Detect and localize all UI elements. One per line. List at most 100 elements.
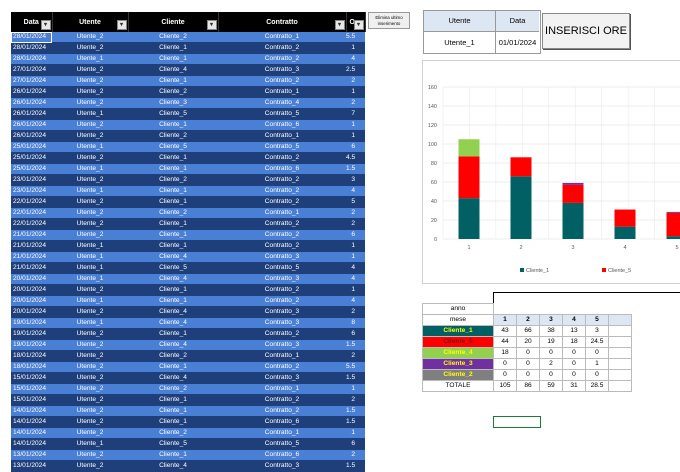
table-cell[interactable]: Cliente_1 xyxy=(128,395,218,406)
table-cell[interactable]: Contratto_5 xyxy=(218,142,346,153)
table-cell[interactable]: 6 xyxy=(346,230,365,241)
table-cell[interactable]: 20/01/2024 xyxy=(11,274,52,285)
table-cell[interactable]: Contratto_3 xyxy=(218,274,346,285)
table-cell[interactable]: 25/01/2024 xyxy=(11,164,52,175)
table-cell[interactable]: Utente_2 xyxy=(52,329,128,340)
table-cell[interactable]: 1 xyxy=(346,43,365,54)
table-cell[interactable]: 1.5 xyxy=(346,373,365,384)
table-row[interactable]: 27/01/2024Utente_2Cliente_4Contratto_32.… xyxy=(11,65,365,76)
data-value-cell[interactable]: 01/01/2024 xyxy=(496,32,539,53)
table-cell[interactable]: 20/01/2024 xyxy=(11,307,52,318)
table-row[interactable]: 21/01/2024Utente_1Cliente_5Contratto_54 xyxy=(11,263,365,274)
summary-cell[interactable]: 66 xyxy=(517,326,540,337)
table-cell[interactable]: Cliente_3 xyxy=(128,98,218,109)
table-cell[interactable]: Contratto_2 xyxy=(218,186,346,197)
table-cell[interactable]: Utente_1 xyxy=(52,109,128,120)
table-cell[interactable]: Contratto_1 xyxy=(218,208,346,219)
table-cell[interactable]: Utente_2 xyxy=(52,307,128,318)
table-cell[interactable]: Cliente_1 xyxy=(128,153,218,164)
table-cell[interactable]: Contratto_1 xyxy=(218,384,346,395)
summary-cell[interactable]: 0 xyxy=(540,348,563,359)
table-cell[interactable]: Cliente_1 xyxy=(128,296,218,307)
summary-cell[interactable] xyxy=(609,304,632,315)
table-cell[interactable]: Cliente_1 xyxy=(128,406,218,417)
table-cell[interactable]: 1.5 xyxy=(346,340,365,351)
table-cell[interactable]: 2 xyxy=(346,208,365,219)
summary-cell[interactable] xyxy=(609,337,632,348)
table-row[interactable]: 25/01/2024Utente_2Cliente_1Contratto_24.… xyxy=(11,153,365,164)
table-cell[interactable]: 1 xyxy=(346,131,365,142)
table-cell[interactable]: Utente_1 xyxy=(52,186,128,197)
table-cell[interactable]: 20/01/2024 xyxy=(11,296,52,307)
table-cell[interactable]: Contratto_1 xyxy=(218,131,346,142)
table-cell[interactable]: Utente_2 xyxy=(52,32,128,43)
table-cell[interactable]: 4.5 xyxy=(346,153,365,164)
table-cell[interactable]: 2 xyxy=(346,351,365,362)
table-cell[interactable]: 27/01/2024 xyxy=(11,76,52,87)
table-cell[interactable]: Utente_2 xyxy=(52,373,128,384)
mese-label[interactable]: mese xyxy=(423,315,494,326)
table-cell[interactable]: 8 xyxy=(346,318,365,329)
table-row[interactable]: 25/01/2024Utente_1Cliente_5Contratto_56 xyxy=(11,142,365,153)
table-cell[interactable]: 28/01/2024 xyxy=(11,32,52,43)
table-cell[interactable]: Utente_1 xyxy=(52,296,128,307)
table-cell[interactable]: Cliente_1 xyxy=(128,197,218,208)
table-cell[interactable]: Utente_1 xyxy=(52,54,128,65)
table-cell[interactable]: 25/01/2024 xyxy=(11,142,52,153)
table-cell[interactable]: 21/01/2024 xyxy=(11,252,52,263)
table-cell[interactable]: Cliente_1 xyxy=(128,120,218,131)
table-cell[interactable]: 1 xyxy=(346,87,365,98)
table-cell[interactable]: Contratto_2 xyxy=(218,153,346,164)
month-header[interactable]: 2 xyxy=(517,315,540,326)
filter-dropdown-icon[interactable]: ▾ xyxy=(207,20,217,30)
table-cell[interactable]: Contratto_2 xyxy=(218,362,346,373)
table-cell[interactable]: 1.5 xyxy=(346,164,365,175)
table-cell[interactable]: Contratto_6 xyxy=(218,164,346,175)
table-row[interactable]: 20/01/2024Utente_1Cliente_1Contratto_24 xyxy=(11,296,365,307)
summary-cell[interactable]: 0 xyxy=(517,359,540,370)
table-cell[interactable]: Utente_2 xyxy=(52,208,128,219)
table-row[interactable]: 21/01/2024Utente_1Cliente_4Contratto_31 xyxy=(11,252,365,263)
table-cell[interactable]: 22/01/2024 xyxy=(11,208,52,219)
column-header-ore[interactable]: Ore▾ xyxy=(346,12,365,32)
table-cell[interactable]: Contratto_3 xyxy=(218,307,346,318)
column-header-data[interactable]: Data▾ xyxy=(11,12,52,32)
table-row[interactable]: 14/01/2024Utente_1Cliente_5Contratto_56 xyxy=(11,439,365,450)
table-cell[interactable]: Cliente_1 xyxy=(128,43,218,54)
summary-cell[interactable]: 2 xyxy=(540,359,563,370)
table-cell[interactable]: Cliente_4 xyxy=(128,373,218,384)
column-header-contratto[interactable]: Contratto▾ xyxy=(218,12,346,32)
table-row[interactable]: 13/01/2024Utente_2Cliente_1Contratto_62 xyxy=(11,450,365,461)
table-cell[interactable]: Cliente_4 xyxy=(128,274,218,285)
table-cell[interactable]: Utente_2 xyxy=(52,285,128,296)
table-cell[interactable]: 4 xyxy=(346,54,365,65)
table-cell[interactable]: Contratto_1 xyxy=(218,428,346,439)
table-cell[interactable]: 28/01/2024 xyxy=(11,54,52,65)
table-cell[interactable]: 1 xyxy=(346,285,365,296)
table-row[interactable]: 21/01/2024Utente_2Cliente_1Contratto_26 xyxy=(11,230,365,241)
table-cell[interactable]: 26/01/2024 xyxy=(11,131,52,142)
table-row[interactable]: 26/01/2024Utente_1Cliente_5Contratto_57 xyxy=(11,109,365,120)
table-cell[interactable]: Contratto_2 xyxy=(218,406,346,417)
table-cell[interactable]: 19/01/2024 xyxy=(11,340,52,351)
table-cell[interactable]: Utente_1 xyxy=(52,263,128,274)
table-cell[interactable]: 4 xyxy=(346,274,365,285)
client-label[interactable]: Cliente_1 xyxy=(423,326,494,337)
table-row[interactable]: 14/01/2024Utente_2Cliente_1Contratto_21.… xyxy=(11,406,365,417)
table-cell[interactable]: Utente_1 xyxy=(52,439,128,450)
table-cell[interactable]: 19/01/2024 xyxy=(11,318,52,329)
summary-cell[interactable]: 0 xyxy=(517,348,540,359)
table-cell[interactable]: Utente_2 xyxy=(52,362,128,373)
table-cell[interactable]: 5.5 xyxy=(346,32,365,43)
table-row[interactable]: 19/01/2024Utente_1Cliente_4Contratto_38 xyxy=(11,318,365,329)
summary-cell[interactable]: 24.5 xyxy=(586,337,609,348)
table-cell[interactable]: Contratto_5 xyxy=(218,439,346,450)
table-row[interactable]: 14/01/2024Utente_2Cliente_1Contratto_61.… xyxy=(11,417,365,428)
table-cell[interactable]: Contratto_2 xyxy=(218,197,346,208)
table-cell[interactable]: 14/01/2024 xyxy=(11,428,52,439)
summary-cell[interactable]: 18 xyxy=(563,337,586,348)
table-cell[interactable]: 1 xyxy=(346,428,365,439)
table-cell[interactable]: 1 xyxy=(346,252,365,263)
table-cell[interactable]: 4 xyxy=(346,186,365,197)
table-cell[interactable]: Contratto_4 xyxy=(218,98,346,109)
